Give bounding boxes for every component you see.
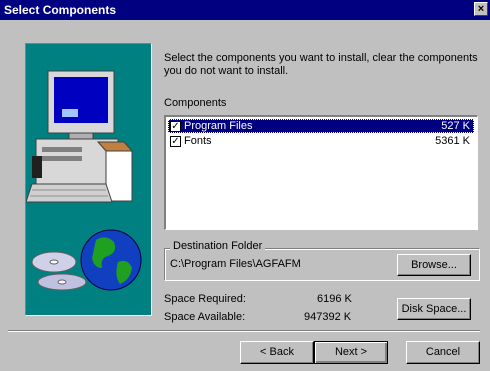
list-item-size: 5361 K [435, 135, 470, 147]
computer-and-globe-icon [25, 70, 142, 291]
next-button[interactable]: Next > [314, 341, 388, 364]
list-item-size: 527 K [441, 120, 470, 132]
list-item-label: Program Files [184, 120, 253, 132]
destination-folder-legend: Destination Folder [170, 240, 266, 252]
instructions-text: Select the components you want to instal… [164, 52, 478, 77]
checkbox-fonts[interactable]: ✓ [170, 136, 181, 147]
space-available-label: Space Available: [164, 311, 246, 323]
select-components-dialog: Select Components × Select the component… [0, 0, 490, 371]
list-item-label: Fonts [184, 135, 212, 147]
browse-button[interactable]: Browse... [397, 254, 471, 276]
disk-space-button[interactable]: Disk Space... [397, 298, 471, 320]
back-button[interactable]: < Back [240, 341, 314, 364]
checkbox-program-files[interactable]: ✓ [170, 121, 181, 132]
components-heading: Components [164, 97, 227, 109]
space-required-label: Space Required: [164, 293, 246, 305]
setup-illustration [25, 43, 152, 316]
close-icon[interactable]: × [474, 2, 488, 16]
components-list[interactable]: ✓ Program Files 527 K ✓ Fonts 5361 K [164, 115, 478, 230]
title-bar[interactable]: Select Components × [0, 0, 490, 20]
separator [8, 330, 480, 332]
window-title: Select Components [4, 3, 117, 17]
list-item-fonts[interactable]: ✓ Fonts 5361 K [168, 134, 474, 148]
list-item-program-files[interactable]: ✓ Program Files 527 K [168, 119, 474, 133]
destination-path: C:\Program Files\AGFAFM [170, 258, 301, 270]
space-required-value: 6196 K [317, 293, 352, 305]
space-available-value: 947392 K [304, 311, 352, 323]
cancel-button[interactable]: Cancel [406, 341, 480, 364]
